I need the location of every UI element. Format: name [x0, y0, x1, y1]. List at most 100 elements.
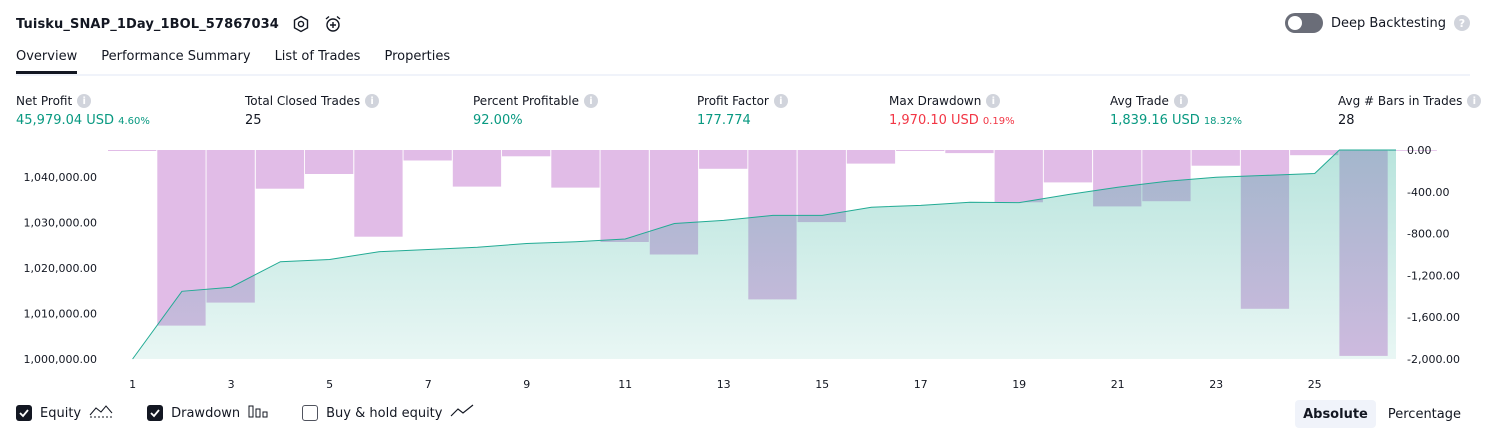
strategy-title: Tuisku_SNAP_1Day_1BOL_57867034: [16, 16, 279, 32]
left-axis-tick-label: 1,040,000.00: [24, 171, 97, 184]
x-axis-tick-label: 11: [618, 378, 632, 390]
x-axis-tick-label: 23: [1209, 378, 1223, 390]
deep-backtesting-label: Deep Backtesting: [1330, 15, 1446, 31]
metric-max-drawdown: Max Drawdown i 1,970.10 USD 0.19%: [889, 93, 1015, 128]
right-axis-tick-label: 0.00: [1407, 144, 1432, 157]
metric-value: 92.00%: [473, 113, 523, 128]
legend-label: Buy & hold equity: [326, 405, 443, 421]
x-axis-tick-label: 15: [815, 378, 829, 390]
metric-value: 1,839.16 USD: [1110, 113, 1200, 128]
legend-drawdown[interactable]: Drawdown: [147, 404, 268, 422]
right-axis-tick-label: -1,200.00: [1407, 269, 1460, 282]
info-icon[interactable]: i: [1173, 94, 1188, 108]
metric-percent: 18.32%: [1203, 116, 1242, 127]
x-axis-tick-label: 3: [228, 378, 235, 390]
x-axis-tick-label: 25: [1308, 378, 1322, 390]
metric-value: 25: [245, 113, 262, 128]
right-axis-tick-label: -2,000.00: [1407, 353, 1460, 366]
drawdown-bar: [699, 150, 748, 169]
x-axis-tick-label: 17: [914, 378, 928, 390]
mode-percentage[interactable]: Percentage: [1380, 400, 1469, 428]
metric-value: 1,970.10 USD: [889, 113, 979, 128]
metric-profit-factor: Profit Factor i 177.774: [697, 93, 788, 128]
tab-properties[interactable]: Properties: [384, 46, 450, 72]
x-axis-tick-label: 7: [425, 378, 432, 390]
mode-absolute[interactable]: Absolute: [1295, 400, 1376, 428]
view-mode-switch: Absolute Percentage: [1295, 400, 1469, 428]
deep-backtesting-toggle[interactable]: [1284, 13, 1323, 33]
x-axis-tick-label: 9: [523, 378, 530, 390]
metric-total-closed-trades: Total Closed Trades i 25: [245, 93, 380, 128]
metric-avg-trade: Avg Trade i 1,839.16 USD 18.32%: [1110, 93, 1242, 128]
drawdown-bar: [255, 150, 305, 189]
tab-performance-summary[interactable]: Performance Summary: [101, 46, 250, 72]
info-icon[interactable]: i: [365, 94, 380, 108]
metric-label: Percent Profitable: [473, 94, 579, 108]
equity-line-icon: [89, 404, 113, 422]
drawdown-checkbox[interactable]: [147, 405, 164, 421]
left-axis-tick-label: 1,020,000.00: [24, 262, 97, 275]
strategy-header: Tuisku_SNAP_1Day_1BOL_57867034: [16, 12, 343, 36]
drawdown-bar: [403, 150, 452, 161]
chart-legend: Equity Drawdown Buy & hold equity: [16, 404, 508, 422]
equity-drawdown-chart[interactable]: 1,040,000.00 1,030,000.00 1,020,000.00 1,01…: [0, 140, 1486, 390]
metric-label: Max Drawdown: [889, 94, 982, 108]
right-axis-tick-label: -800.00: [1407, 228, 1449, 241]
info-icon[interactable]: i: [1467, 94, 1482, 108]
drawdown-bar: [994, 150, 1043, 203]
legend-label: Drawdown: [171, 405, 241, 421]
metric-label: Total Closed Trades: [245, 94, 361, 108]
drawdown-bar: [502, 150, 551, 157]
metric-percent-profitable: Percent Profitable i 92.00%: [473, 93, 598, 128]
legend-equity[interactable]: Equity: [16, 404, 113, 422]
x-axis-tick-label: 19: [1012, 378, 1026, 390]
drawdown-bar: [797, 150, 846, 223]
tab-list-of-trades[interactable]: List of Trades: [275, 46, 361, 72]
report-tabs: Overview Performance Summary List of Tra…: [16, 46, 1470, 76]
drawdown-bar: [896, 150, 945, 151]
metric-avg-bars-in-trades: Avg # Bars in Trades i 28: [1338, 93, 1482, 128]
metric-percent: 0.19%: [982, 116, 1015, 127]
drawdown-bar: [1191, 150, 1240, 166]
info-icon[interactable]: i: [773, 94, 788, 108]
legend-label: Equity: [40, 405, 82, 421]
metric-label: Avg Trade: [1110, 94, 1169, 108]
metric-net-profit: Net Profit i 45,979.04 USD 4.60%: [16, 93, 150, 128]
info-icon[interactable]: i: [583, 94, 598, 108]
metric-label: Avg # Bars in Trades: [1338, 94, 1463, 108]
drawdown-bar: [551, 150, 600, 188]
x-axis-tick-label: 1: [129, 378, 136, 390]
info-icon[interactable]: i: [986, 94, 1001, 108]
alarm-add-icon[interactable]: [323, 14, 343, 34]
right-axis-tick-label: -400.00: [1407, 186, 1449, 199]
hexagon-gear-icon[interactable]: [291, 14, 311, 34]
drawdown-bar: [846, 150, 896, 164]
drawdown-bar: [452, 150, 502, 187]
drawdown-bars-icon: [248, 404, 268, 422]
drawdown-bar: [354, 150, 403, 237]
equity-checkbox[interactable]: [16, 405, 32, 421]
left-axis-tick-label: 1,000,000.00: [24, 353, 97, 366]
drawdown-bar: [600, 150, 649, 242]
legend-buy-hold-equity[interactable]: Buy & hold equity: [302, 404, 474, 422]
x-axis-tick-label: 5: [326, 378, 333, 390]
metric-value: 177.774: [697, 113, 751, 128]
buy-hold-line-icon: [450, 404, 474, 422]
metric-label: Profit Factor: [697, 94, 769, 108]
drawdown-bar: [1290, 150, 1339, 156]
buy-hold-checkbox[interactable]: [302, 405, 319, 421]
x-axis-tick-label: 21: [1111, 378, 1125, 390]
left-axis-tick-label: 1,010,000.00: [24, 308, 97, 321]
left-axis-tick-label: 1,030,000.00: [24, 217, 97, 230]
drawdown-bar: [1043, 150, 1093, 183]
deep-backtesting: Deep Backtesting ?: [1284, 13, 1470, 33]
metric-percent: 4.60%: [118, 116, 150, 127]
drawdown-bar: [108, 150, 157, 151]
x-axis-tick-label: 13: [717, 378, 731, 390]
tab-overview[interactable]: Overview: [16, 46, 78, 74]
info-icon[interactable]: i: [77, 94, 92, 108]
help-icon[interactable]: ?: [1454, 15, 1470, 31]
drawdown-bar: [945, 150, 994, 154]
drawdown-bar: [305, 150, 354, 174]
metric-value: 28: [1338, 113, 1355, 128]
